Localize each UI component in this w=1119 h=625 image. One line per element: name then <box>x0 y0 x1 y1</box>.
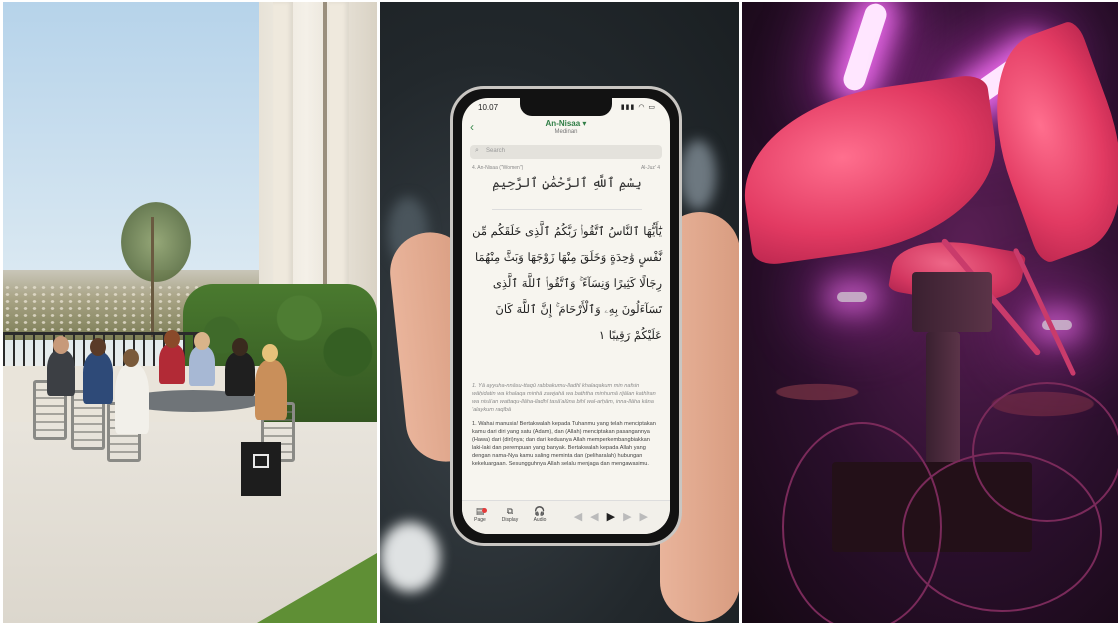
person <box>159 344 185 384</box>
phone-notch <box>520 98 612 116</box>
playback-controls: ◀◀▶▶▶ <box>574 510 656 523</box>
display-icon: ⧉ <box>506 506 514 516</box>
sensor-clamp <box>912 272 992 332</box>
tab-display[interactable]: ⧉ Display <box>498 506 522 523</box>
status-time: 10.07 <box>478 103 499 112</box>
background-blur <box>380 522 440 592</box>
search-icon: ⌕ <box>475 147 479 154</box>
juz-label: Al-Juz' 4 <box>640 165 660 171</box>
surah-subtitle: Medinan <box>554 129 578 135</box>
person-head <box>262 344 278 362</box>
tree-trunk <box>151 217 154 337</box>
person <box>225 352 255 396</box>
play-icon[interactable]: ▶ <box>607 511 623 523</box>
person <box>255 360 287 420</box>
background-blur <box>680 140 716 210</box>
tab-page[interactable]: ▤ Page <box>468 506 492 523</box>
tab-label: Audio <box>533 517 547 523</box>
search-placeholder: Search <box>486 148 506 154</box>
plant-leaf <box>742 72 1008 268</box>
phone-photo: 10.07 ▮▮▮ ◠ ▭ ‹ An-Nisaa ▾ Medinan ⌕ Sea… <box>380 2 739 623</box>
downpipe <box>323 2 327 302</box>
cable <box>972 382 1118 522</box>
person-head <box>232 338 248 356</box>
transliteration: 1. Yā ayyuha-nnāsu-ttaqū rabbakumu-lladh… <box>472 383 656 413</box>
person <box>83 352 113 404</box>
pilaster <box>329 2 349 332</box>
grow-light-tube <box>840 2 890 94</box>
person-head <box>53 336 69 354</box>
headphones-icon: 🎧 <box>534 506 546 516</box>
previous-icon[interactable]: ◀◀ <box>574 511 607 523</box>
person <box>47 350 75 396</box>
terrace-photo <box>3 2 377 623</box>
person-head <box>164 330 180 348</box>
surah-title[interactable]: An-Nisaa ▾ <box>462 119 670 128</box>
building-facade <box>259 2 377 332</box>
person <box>189 346 215 386</box>
tab-audio[interactable]: 🎧 Audio <box>528 506 552 523</box>
person-head <box>90 338 106 356</box>
tree-crown <box>121 202 191 282</box>
notification-badge <box>482 508 487 513</box>
translation: 1. Wahai manusia! Bertakwalah kepada Tuh… <box>472 421 656 467</box>
tab-label: Display <box>501 517 519 523</box>
page-icon: ▤ <box>475 506 485 516</box>
bottom-toolbar: ▤ Page ⧉ Display 🎧 Audio ◀◀▶▶▶ <box>462 500 670 534</box>
tote-bag-logo <box>253 454 269 468</box>
pilaster <box>273 2 293 332</box>
person <box>115 364 149 434</box>
next-icon[interactable]: ▶▶ <box>623 511 656 523</box>
person-head <box>194 332 210 350</box>
surah-header-label: 4. An-Nisaa ("Women") <box>472 165 524 171</box>
phone-screen: 10.07 ▮▮▮ ◠ ▭ ‹ An-Nisaa ▾ Medinan ⌕ Sea… <box>462 98 670 534</box>
smartphone: 10.07 ▮▮▮ ◠ ▭ ‹ An-Nisaa ▾ Medinan ⌕ Sea… <box>450 86 682 546</box>
basmala: بِسْمِ ٱللَّهِ ٱلرَّحْمَٰنِ ٱلرَّحِيمِ <box>492 176 642 210</box>
person-head <box>123 349 139 367</box>
sensor-post <box>926 332 960 482</box>
search-input[interactable]: ⌕ Search <box>470 145 662 159</box>
tote-bag <box>241 442 281 496</box>
tab-label: Page <box>474 517 486 523</box>
arabic-verse[interactable]: يَٰٓأَيُّهَا ٱلنَّاسُ ٱتَّقُوا۟ رَبَّكُم… <box>472 218 662 348</box>
grow-light-photo <box>742 2 1118 623</box>
grow-light-reflection <box>837 292 867 302</box>
status-icons: ▮▮▮ ◠ ▭ <box>620 104 656 111</box>
